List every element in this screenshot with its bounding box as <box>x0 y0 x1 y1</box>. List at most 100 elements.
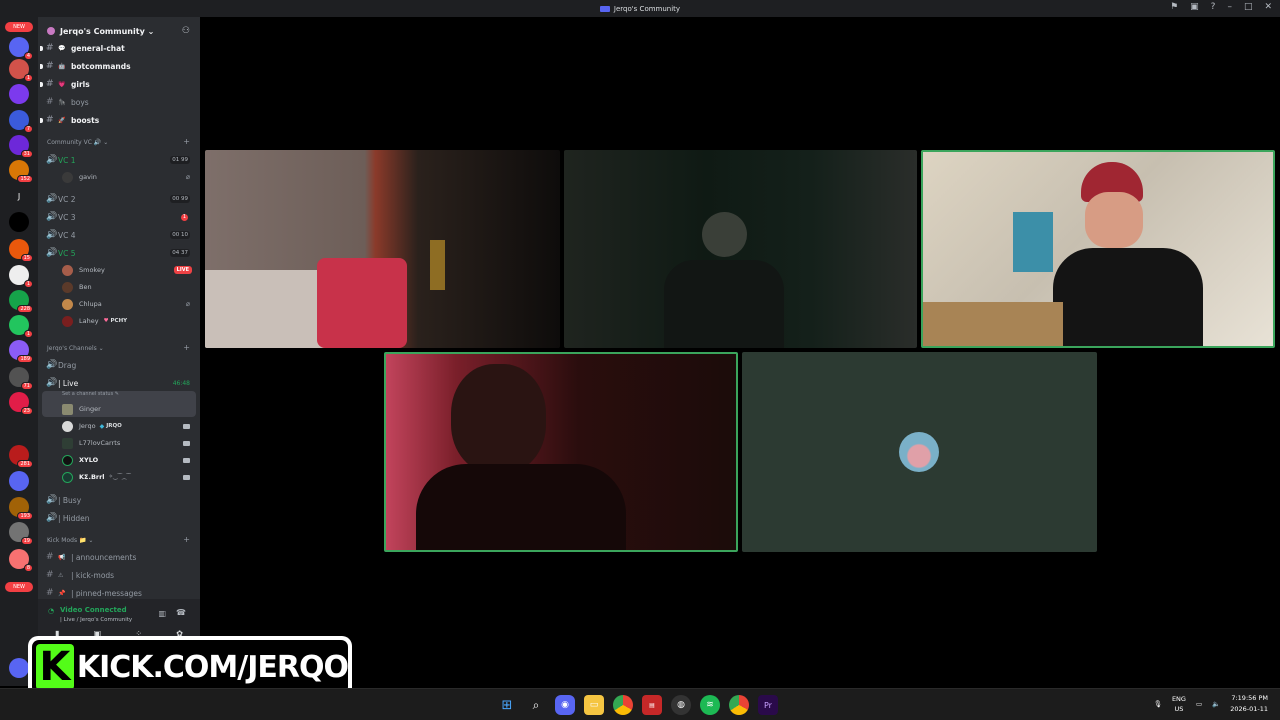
discord-app-icon[interactable]: ◉ <box>555 695 575 715</box>
video-tile-speaking[interactable] <box>921 150 1275 348</box>
server-icon-j[interactable]: J <box>9 187 29 207</box>
user-count-limit: 10 <box>181 232 188 238</box>
voice-member[interactable]: Jerqo ◆ JRQO <box>62 419 196 433</box>
server-icon[interactable]: 152 <box>9 160 33 183</box>
add-channel-icon[interactable]: + <box>183 535 190 544</box>
voice-channel-vc3[interactable]: 🔊 VC 3 1 <box>46 209 196 225</box>
channel-boosts[interactable]: # 🚀 boosts <box>40 112 196 128</box>
server-icon[interactable]: 228 <box>9 290 33 313</box>
avatar <box>62 281 73 293</box>
category-jerqos-channels[interactable]: Jerqo's Channels ⌄ + <box>47 343 193 352</box>
server-icon[interactable]: 23 <box>9 392 33 415</box>
channel-general-chat[interactable]: # 💬 general-chat <box>40 40 196 56</box>
voice-member[interactable]: Chlupa ⌀ <box>62 297 196 311</box>
channel-girls[interactable]: # 💗 girls <box>40 76 196 92</box>
new-badge-top[interactable]: NEW <box>5 22 33 32</box>
video-tile-room[interactable] <box>205 150 560 348</box>
clock[interactable]: 7:19:56 PM 2026-01-11 <box>1230 693 1268 715</box>
premiere-pro-icon[interactable]: Pr <box>758 695 778 715</box>
voice-member[interactable]: L77lovCarrts <box>62 436 196 450</box>
discord-home-icon[interactable] <box>9 658 29 678</box>
server-icon[interactable]: 1 <box>9 315 33 338</box>
voice-channel-vc4[interactable]: 🔊 VC 4 00 10 <box>46 227 196 243</box>
server-icon[interactable]: 189 <box>9 340 33 363</box>
microphone-icon[interactable]: 🎙 <box>1154 700 1162 708</box>
category-community-vc[interactable]: Community VC 🔊 ⌄ + <box>47 137 193 146</box>
server-icon[interactable]: 8 <box>9 549 33 572</box>
channel-label: VC 5 <box>58 248 76 258</box>
voice-member[interactable]: Ben <box>62 280 196 294</box>
server-icon[interactable]: 15 <box>9 239 33 262</box>
close-button[interactable]: ✕ <box>1264 2 1272 12</box>
file-explorer-icon[interactable]: ▭ <box>584 695 604 715</box>
add-member-icon[interactable]: ⚇ <box>182 26 190 36</box>
channel-announcements[interactable]: # 📢 | announcements <box>46 549 196 565</box>
help-icon[interactable]: ? <box>1211 2 1216 12</box>
server-icon[interactable]: 1 <box>9 59 33 82</box>
voice-channel-busy[interactable]: 🔊 | Busy <box>46 492 196 508</box>
user-count: 01 99 <box>170 156 190 164</box>
new-badge-bottom[interactable]: NEW <box>5 582 33 592</box>
chrome-profile-icon[interactable] <box>729 695 749 715</box>
user-avatar-pig <box>899 432 939 472</box>
channel-boys[interactable]: # 🦍 boys <box>46 94 196 110</box>
decoration-tag: ✧‿⁀⁔⁀ <box>108 474 131 480</box>
spotify-icon[interactable]: ≋ <box>700 695 720 715</box>
server-icon[interactable]: 19 <box>9 522 33 545</box>
obs-icon[interactable]: ◍ <box>671 695 691 715</box>
start-menu-icon[interactable]: ⊞ <box>497 695 517 715</box>
voice-channel-vc2[interactable]: 🔊 VC 2 00 99 <box>46 191 196 207</box>
server-icon[interactable]: 281 <box>9 445 33 468</box>
video-tile-red-light[interactable] <box>384 352 738 552</box>
chrome-icon[interactable] <box>613 695 633 715</box>
add-channel-icon[interactable]: + <box>183 137 190 146</box>
server-icon[interactable]: 193 <box>9 497 33 520</box>
channel-botcommands[interactable]: # 🤖 botcommands <box>40 58 196 74</box>
search-icon[interactable]: ⌕ <box>526 695 546 715</box>
inbox-icon[interactable]: ▣ <box>1190 2 1199 12</box>
server-icon[interactable]: 1 <box>9 265 33 288</box>
noise-suppression-icon[interactable]: ▥ <box>158 609 166 618</box>
server-icon[interactable] <box>9 212 29 232</box>
volume-icon[interactable]: 🔈 <box>1212 700 1220 708</box>
voice-member[interactable]: Ginger <box>62 402 196 416</box>
language-indicator[interactable]: ENG US <box>1172 694 1186 714</box>
voice-channel-drag[interactable]: 🔊 Drag <box>46 357 196 373</box>
channel-label: boys <box>71 97 89 107</box>
category-kick-mods[interactable]: Kick Mods 📁 ⌄ + <box>47 535 193 544</box>
voice-member[interactable]: XYLO <box>62 453 196 467</box>
news-app-icon[interactable]: ▤ <box>642 695 662 715</box>
folder-icon[interactable] <box>9 420 29 440</box>
server-icon[interactable] <box>9 84 29 104</box>
guild-header[interactable]: Jerqo's Community ⌄ ⚇ <box>38 20 200 42</box>
channel-label: | Live <box>58 378 79 388</box>
voice-member[interactable]: gavin ⌀ <box>62 170 196 184</box>
server-icon[interactable] <box>9 471 29 491</box>
add-channel-icon[interactable]: + <box>183 343 190 352</box>
dm-home-icon[interactable]: 4 <box>9 37 33 60</box>
member-name: Ben <box>79 283 92 291</box>
hash-icon: # <box>46 43 54 53</box>
voice-member[interactable]: Smokey LIVE <box>62 263 196 277</box>
video-tile-avatar-only[interactable] <box>742 352 1097 552</box>
channel-emoji: 💬 <box>58 44 66 52</box>
minimize-button[interactable]: – <box>1227 2 1232 12</box>
server-icon[interactable]: 71 <box>9 367 33 390</box>
network-icon[interactable]: ▭ <box>1196 700 1202 708</box>
voice-member[interactable]: Lahey ♥ PCHY <box>62 314 196 328</box>
maximize-button[interactable]: □ <box>1244 2 1253 12</box>
voice-status[interactable]: Video Connected <box>48 606 127 614</box>
voice-channel-hidden[interactable]: 🔊 | Hidden <box>46 510 196 526</box>
voice-channel-vc5[interactable]: 🔊 VC 5 04 37 <box>46 245 196 261</box>
voice-channel-vc1[interactable]: 🔊 VC 1 01 99 <box>46 152 196 168</box>
channel-kick-mods[interactable]: # ⚠ | kick-mods <box>46 567 196 583</box>
voice-channel-live[interactable]: 🔊 | Live 46:48 <box>46 375 196 391</box>
voice-member[interactable]: KΣ.Brrl ✧‿⁀⁔⁀ <box>62 470 196 484</box>
server-icon[interactable]: 7 <box>9 110 33 133</box>
video-tile-webcam-dark[interactable] <box>564 150 917 348</box>
disconnect-icon[interactable]: ☎ <box>176 608 186 617</box>
server-icon[interactable]: 31 <box>9 135 33 158</box>
voice-location[interactable]: | Live / Jerqo's Community <box>60 617 132 623</box>
channel-status-prompt[interactable]: Set a channel status ✎ <box>62 391 119 397</box>
flag-icon[interactable]: ⚑ <box>1170 2 1178 12</box>
